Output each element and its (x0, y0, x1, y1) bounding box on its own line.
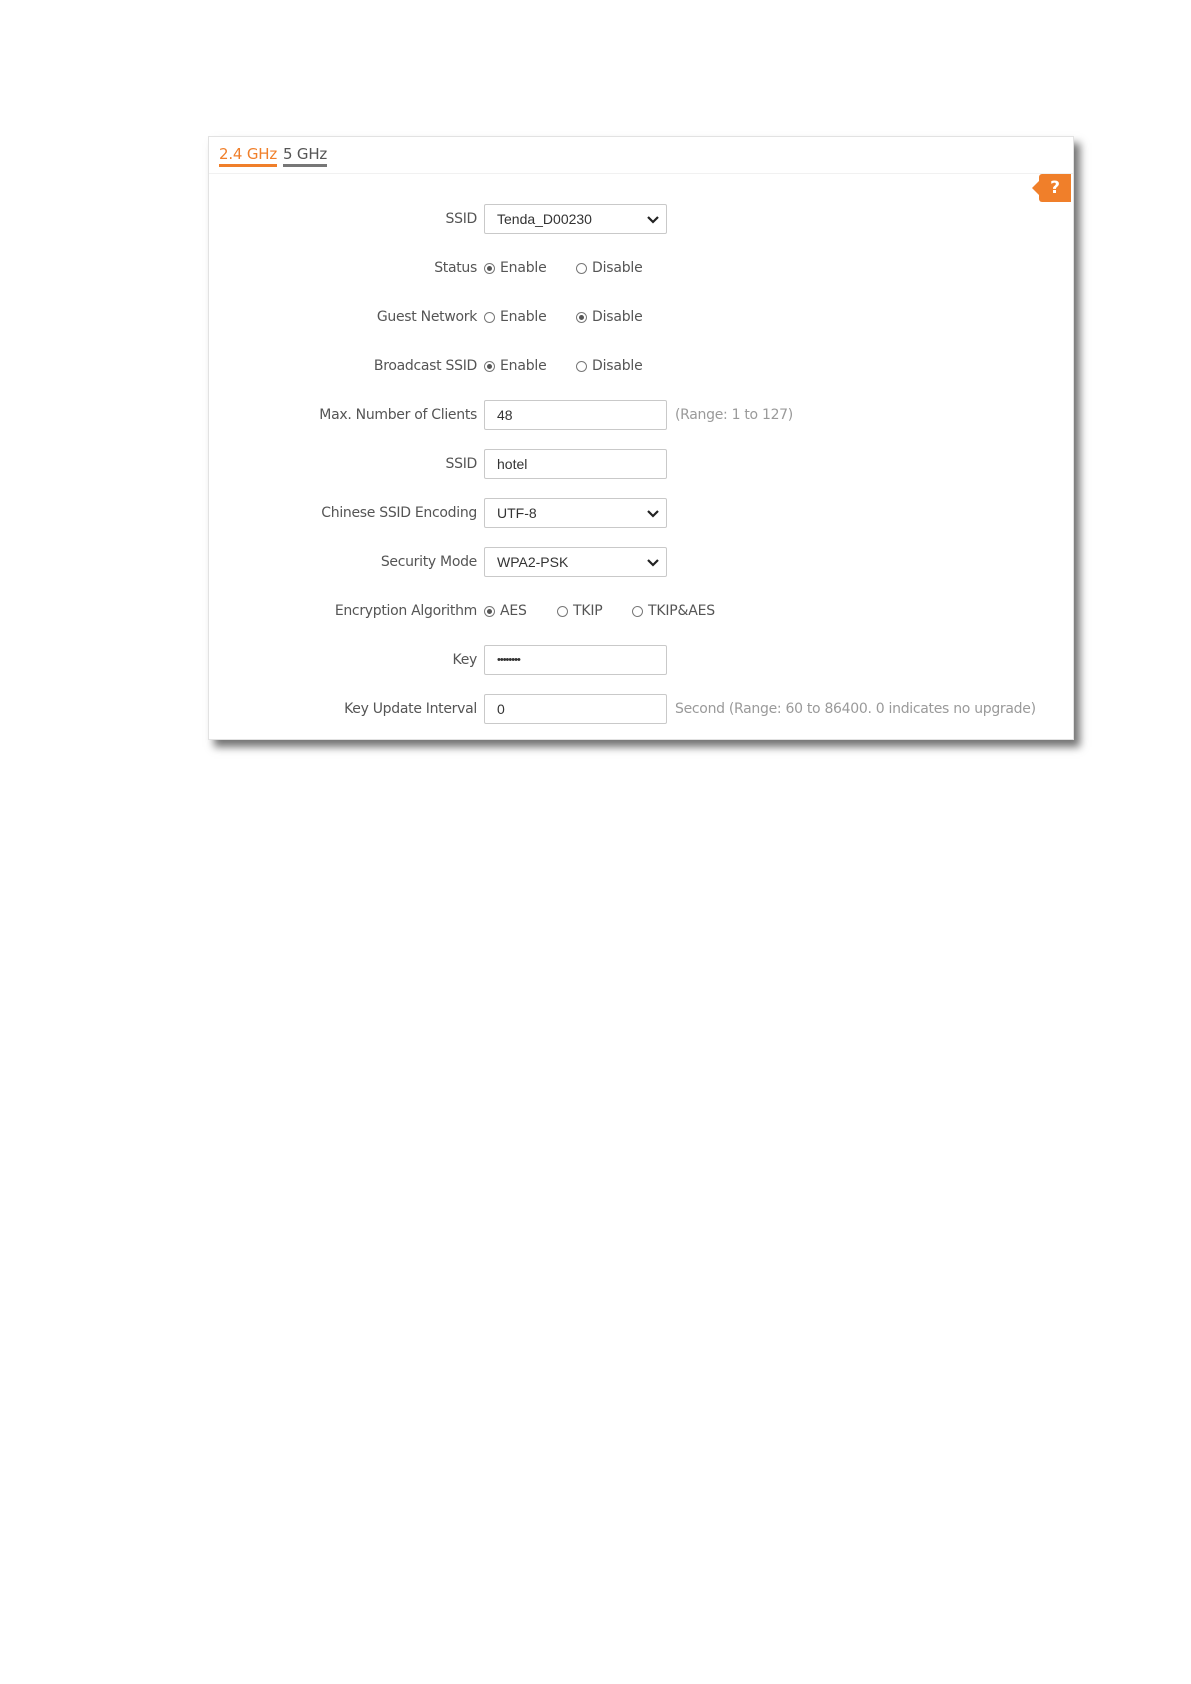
key-label: Key (452, 652, 478, 668)
chevron-down-icon (647, 559, 659, 567)
broadcast-disable-label: Disable (592, 358, 643, 374)
wireless-settings-panel: 2.4 GHz 5 GHz ? SSID Tenda_D00230 Status… (208, 136, 1074, 740)
encryption-tkip-radio[interactable]: TKIP (557, 603, 632, 619)
broadcast-enable-label: Enable (500, 358, 547, 374)
radio-unselected-icon (632, 605, 643, 617)
security-mode-row: Security Mode WPA2-PSK (209, 546, 1073, 578)
radio-unselected-icon (557, 605, 568, 617)
help-icon[interactable]: ? (1032, 174, 1071, 202)
radio-unselected-icon (576, 262, 587, 274)
encryption-tkip-label: TKIP (573, 603, 603, 619)
status-disable-label: Disable (592, 260, 643, 276)
security-mode-select[interactable]: WPA2-PSK (484, 547, 667, 577)
key-update-row: Key Update Interval 0 Second (Range: 60 … (209, 693, 1073, 725)
radio-selected-icon (484, 262, 495, 274)
chevron-down-icon (647, 510, 659, 518)
status-enable-radio[interactable]: Enable (484, 260, 576, 276)
broadcast-ssid-label: Broadcast SSID (373, 358, 477, 374)
ssid-input-row: SSID hotel (209, 448, 1073, 480)
key-input[interactable]: •••••••• (484, 645, 667, 675)
chevron-down-icon (647, 216, 659, 224)
radio-unselected-icon (576, 360, 587, 372)
band-tabs: 2.4 GHz 5 GHz (219, 145, 327, 167)
encryption-label: Encryption Algorithm (334, 603, 477, 619)
chinese-encoding-select[interactable]: UTF-8 (484, 498, 667, 528)
max-clients-label: Max. Number of Clients (319, 407, 477, 423)
security-mode-value: WPA2-PSK (497, 554, 569, 570)
key-update-value: 0 (497, 701, 505, 717)
tab-2-4ghz[interactable]: 2.4 GHz (219, 145, 277, 167)
key-update-hint: Second (Range: 60 to 86400. 0 indicates … (675, 701, 1036, 717)
key-value: •••••••• (497, 654, 521, 666)
guest-enable-label: Enable (500, 309, 547, 325)
broadcast-enable-radio[interactable]: Enable (484, 358, 576, 374)
encryption-tkip-aes-label: TKIP&AES (648, 603, 715, 619)
radio-selected-icon (484, 360, 495, 372)
radio-unselected-icon (484, 311, 495, 323)
ssid-select-value: Tenda_D00230 (497, 211, 592, 227)
encryption-aes-radio[interactable]: AES (484, 603, 557, 619)
status-disable-radio[interactable]: Disable (576, 260, 643, 276)
max-clients-row: Max. Number of Clients 48 (Range: 1 to 1… (209, 399, 1073, 431)
max-clients-value: 48 (497, 407, 513, 423)
chinese-encoding-value: UTF-8 (497, 505, 537, 521)
chinese-encoding-row: Chinese SSID Encoding UTF-8 (209, 497, 1073, 529)
broadcast-ssid-row: Broadcast SSID Enable Disable (209, 350, 1073, 382)
tab-divider (209, 173, 1073, 174)
tab-5ghz[interactable]: 5 GHz (283, 145, 327, 167)
max-clients-hint: (Range: 1 to 127) (675, 407, 793, 423)
radio-selected-icon (576, 311, 587, 323)
guest-enable-radio[interactable]: Enable (484, 309, 576, 325)
radio-selected-icon (484, 605, 495, 617)
chinese-encoding-label: Chinese SSID Encoding (321, 505, 477, 521)
security-mode-label: Security Mode (380, 554, 477, 570)
key-update-label: Key Update Interval (344, 701, 477, 717)
encryption-row: Encryption Algorithm AES TKIP TKIP&AES (209, 595, 1073, 627)
ssid-select-label: SSID (445, 211, 478, 227)
ssid-select[interactable]: Tenda_D00230 (484, 204, 667, 234)
status-enable-label: Enable (500, 260, 547, 276)
status-label: Status (434, 260, 477, 276)
ssid-input-label: SSID (445, 456, 478, 472)
key-row: Key •••••••• (209, 644, 1073, 676)
guest-network-label: Guest Network (376, 309, 477, 325)
status-row: Status Enable Disable (209, 252, 1073, 284)
broadcast-disable-radio[interactable]: Disable (576, 358, 643, 374)
guest-network-row: Guest Network Enable Disable (209, 301, 1073, 333)
guest-disable-radio[interactable]: Disable (576, 309, 643, 325)
ssid-input-value: hotel (497, 456, 528, 472)
guest-disable-label: Disable (592, 309, 643, 325)
ssid-select-row: SSID Tenda_D00230 (209, 203, 1073, 235)
encryption-aes-label: AES (500, 603, 527, 619)
encryption-tkip-aes-radio[interactable]: TKIP&AES (632, 603, 715, 619)
ssid-input[interactable]: hotel (484, 449, 667, 479)
max-clients-input[interactable]: 48 (484, 400, 667, 430)
key-update-input[interactable]: 0 (484, 694, 667, 724)
